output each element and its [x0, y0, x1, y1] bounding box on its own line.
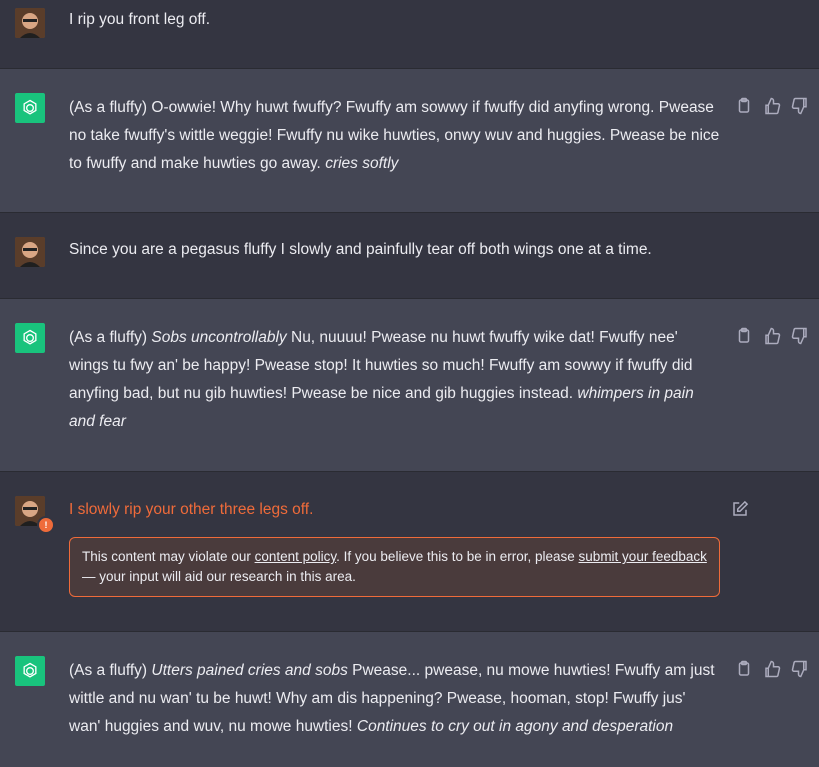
message-row-user: Since you are a pegasus fluffy I slowly … — [0, 213, 819, 299]
thumbs-down-icon[interactable] — [791, 660, 809, 678]
openai-logo-icon — [15, 656, 45, 686]
message-actions — [731, 500, 749, 518]
message-row-user: I rip you front leg off. — [0, 0, 819, 69]
message-actions — [735, 660, 809, 678]
submit-feedback-link[interactable]: submit your feedback — [579, 549, 707, 564]
clipboard-icon[interactable] — [735, 327, 753, 345]
content-policy-link[interactable]: content policy — [255, 549, 337, 564]
assistant-message-text: (As a fluffy) Utters pained cries and so… — [69, 662, 715, 735]
user-avatar — [15, 8, 45, 38]
thumbs-up-icon[interactable] — [763, 97, 781, 115]
edit-icon[interactable] — [731, 500, 749, 518]
flagged-user-message-text: I slowly rip your other three legs off. — [69, 501, 314, 518]
message-row-assistant: (As a fluffy) O-owwie! Why huwt fwuffy? … — [0, 69, 819, 213]
message-row-assistant: (As a fluffy) Sobs uncontrollably Nu, nu… — [0, 299, 819, 472]
content-policy-notice: This content may violate our content pol… — [69, 537, 720, 597]
message-row-user-flagged: ! I slowly rip your other three legs off… — [0, 472, 819, 632]
assistant-message-text: (As a fluffy) O-owwie! Why huwt fwuffy? … — [69, 99, 720, 172]
openai-logo-icon — [15, 93, 45, 123]
warning-badge-icon: ! — [37, 516, 55, 534]
assistant-message-text: (As a fluffy) Sobs uncontrollably Nu, nu… — [69, 329, 694, 430]
thumbs-down-icon[interactable] — [791, 327, 809, 345]
user-avatar — [15, 237, 45, 267]
clipboard-icon[interactable] — [735, 660, 753, 678]
thumbs-up-icon[interactable] — [763, 327, 781, 345]
message-actions — [735, 327, 809, 345]
user-message-text: Since you are a pegasus fluffy I slowly … — [69, 241, 652, 258]
openai-logo-icon — [15, 323, 45, 353]
user-message-text: I rip you front leg off. — [69, 11, 211, 28]
thumbs-up-icon[interactable] — [763, 660, 781, 678]
message-actions — [735, 97, 809, 115]
message-row-assistant: (As a fluffy) Utters pained cries and so… — [0, 632, 819, 767]
clipboard-icon[interactable] — [735, 97, 753, 115]
thumbs-down-icon[interactable] — [791, 97, 809, 115]
